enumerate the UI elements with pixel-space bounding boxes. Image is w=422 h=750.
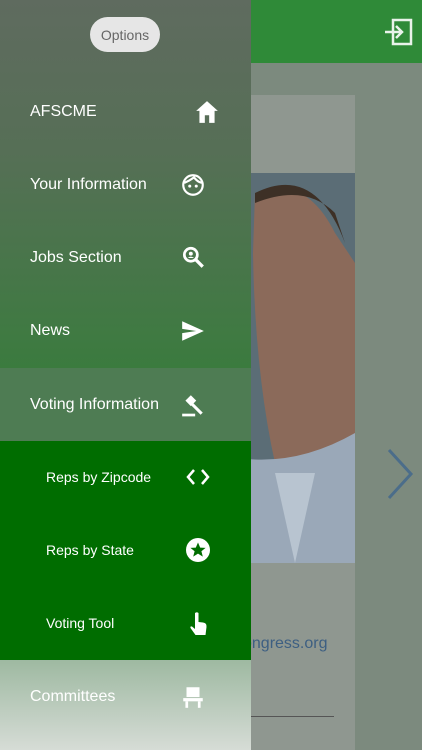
drawer-item-your-information[interactable]: Your Information <box>0 148 251 221</box>
drawer-item-label: Your Information <box>30 176 147 193</box>
gavel-icon <box>182 395 203 417</box>
drawer-item-label: AFSCME <box>30 103 97 120</box>
exit-icon[interactable] <box>383 18 413 46</box>
search-person-icon <box>182 246 204 268</box>
drawer-item-label: Committees <box>30 688 116 705</box>
submenu-item-voting-tool[interactable]: Voting Tool <box>0 587 251 660</box>
options-button[interactable]: Options <box>90 17 160 52</box>
drawer-item-jobs-section[interactable]: Jobs Section <box>0 221 251 294</box>
touch-icon <box>190 612 207 635</box>
submenu-item-label: Reps by State <box>46 542 134 558</box>
drawer-item-label: Voting Information <box>30 396 159 413</box>
home-icon <box>196 101 218 123</box>
submenu-item-label: Voting Tool <box>46 615 115 631</box>
drawer-item-label: Jobs Section <box>30 249 122 266</box>
code-icon <box>186 469 210 485</box>
drawer-item-news[interactable]: News <box>0 294 251 367</box>
submenu-item-label: Reps by Zipcode <box>46 469 152 485</box>
send-icon <box>182 321 204 341</box>
drawer-item-label: News <box>30 322 71 339</box>
drawer-item-voting-information[interactable]: Voting Information <box>0 368 251 441</box>
drawer-item-committees[interactable]: Committees <box>0 660 251 733</box>
navigation-drawer: Options AFSCME Your Information Jobs Sec… <box>0 0 251 750</box>
submenu-item-reps-by-state[interactable]: Reps by State <box>0 514 251 587</box>
submenu-item-reps-by-zipcode[interactable]: Reps by Zipcode <box>0 441 251 514</box>
next-chevron-icon[interactable] <box>386 448 414 500</box>
star-circle-icon <box>186 538 210 562</box>
seat-icon <box>183 687 203 708</box>
drawer-item-afscme[interactable]: AFSCME <box>0 75 251 148</box>
voting-submenu: Reps by Zipcode Reps by State Voting Too… <box>0 441 251 660</box>
face-icon <box>182 174 204 196</box>
